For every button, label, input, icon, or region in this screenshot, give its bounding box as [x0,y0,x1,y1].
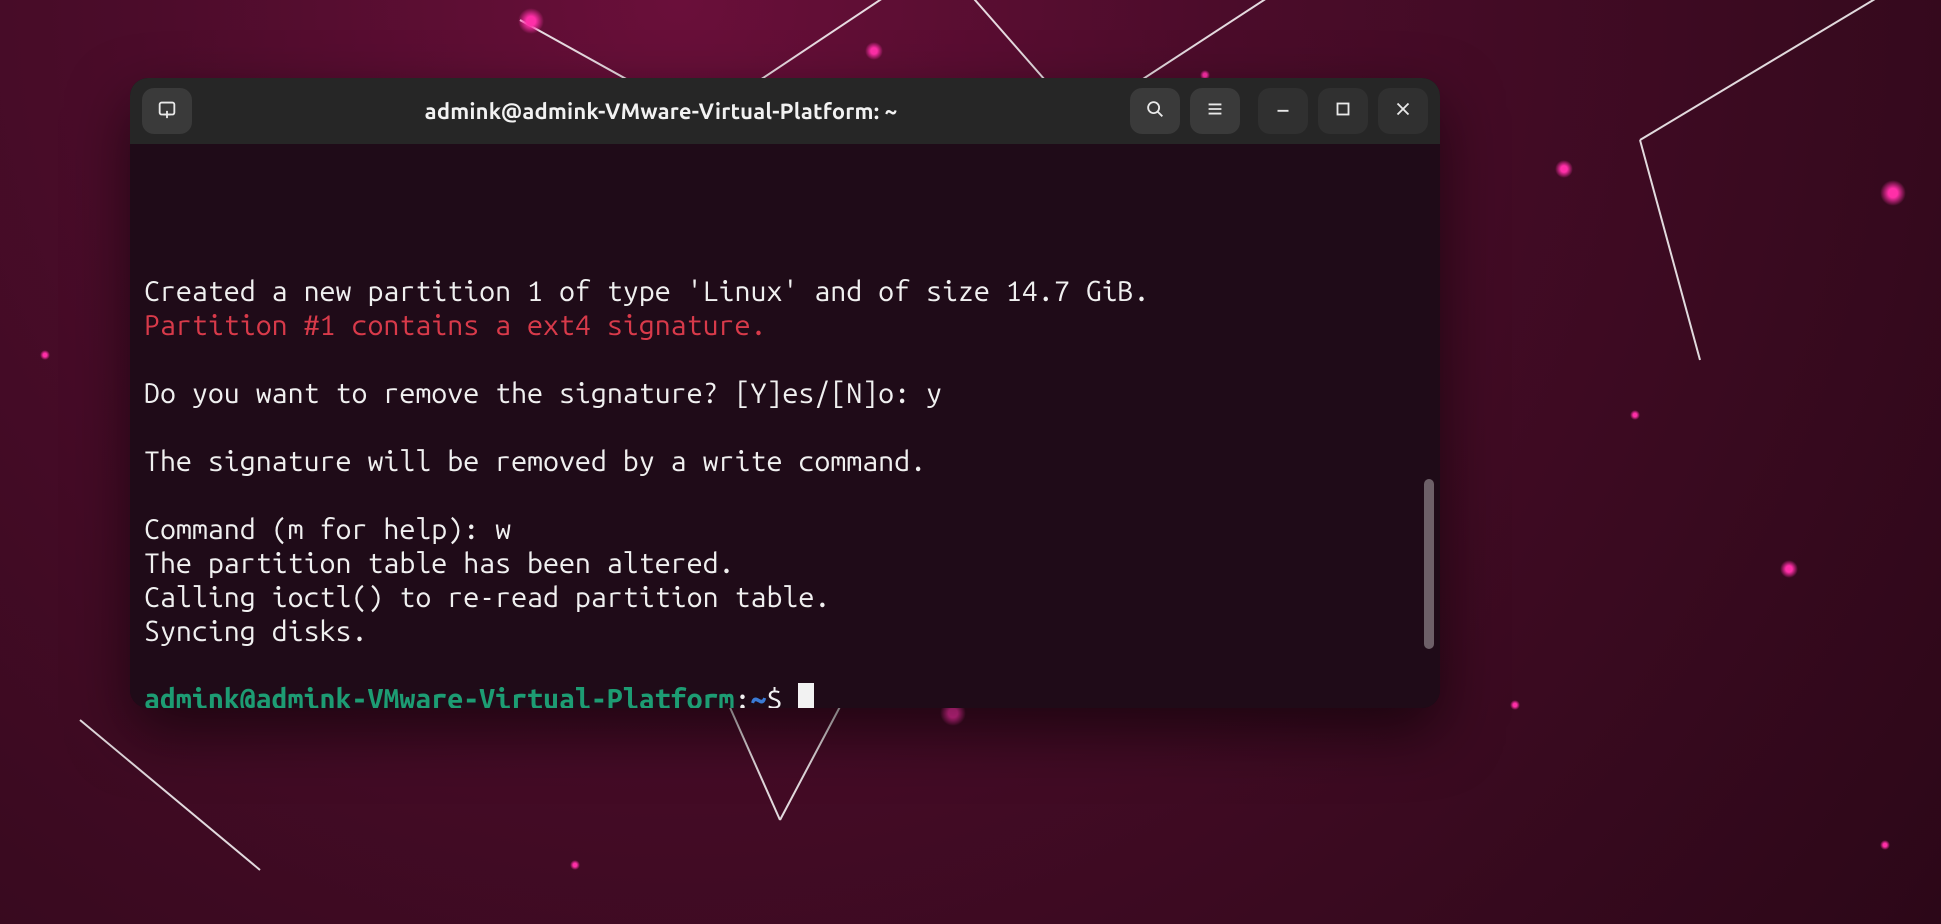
terminal-line [144,240,1430,274]
terminal-line: Do you want to remove the signature? [Y]… [144,376,1430,410]
terminal-text: $ [766,683,798,708]
terminal-line: Calling ioctl() to re-read partition tab… [144,580,1430,614]
terminal-line [144,478,1430,512]
scrollbar-thumb[interactable] [1424,479,1434,649]
window-title: admink@admink-VMware-Virtual-Platform: ~ [202,99,1120,124]
terminal-text: The signature will be removed by a write… [144,445,926,477]
terminal-output[interactable]: Created a new partition 1 of type 'Linux… [130,144,1440,708]
terminal-line: The partition table has been altered. [144,546,1430,580]
terminal-line: Syncing disks. [144,614,1430,648]
close-icon [1392,98,1414,124]
terminal-line: admink@admink-VMware-Virtual-Platform:~$ [144,682,1430,708]
terminal-line: Partition #1 contains a ext4 signature. [144,308,1430,342]
terminal-line [144,342,1430,376]
terminal-line: Command (m for help): w [144,512,1430,546]
terminal-cursor [798,683,814,708]
terminal-text: Do you want to remove the signature? [Y]… [144,377,942,409]
terminal-line [144,410,1430,444]
minimize-button[interactable] [1258,88,1308,134]
desktop-wallpaper: admink@admink-VMware-Virtual-Platform: ~ [0,0,1941,924]
close-button[interactable] [1378,88,1428,134]
window-titlebar: admink@admink-VMware-Virtual-Platform: ~ [130,78,1440,144]
terminal-window: admink@admink-VMware-Virtual-Platform: ~ [130,78,1440,708]
terminal-text: : [735,683,751,708]
terminal-text: Partition #1 contains a ext4 signature. [144,309,766,341]
terminal-text: Syncing disks. [144,615,367,647]
maximize-button[interactable] [1318,88,1368,134]
terminal-line [144,648,1430,682]
new-tab-button[interactable] [142,88,192,134]
minimize-icon [1272,98,1294,124]
terminal-text: Calling ioctl() to re-read partition tab… [144,581,830,613]
hamburger-icon [1204,98,1226,124]
terminal-line: The signature will be removed by a write… [144,444,1430,478]
hamburger-menu-button[interactable] [1190,88,1240,134]
terminal-text: ~ [751,683,767,708]
maximize-icon [1332,98,1354,124]
terminal-text: Created a new partition 1 of type 'Linux… [144,275,1149,307]
terminal-text: The partition table has been altered. [144,547,735,579]
terminal-line: Created a new partition 1 of type 'Linux… [144,274,1430,308]
new-tab-icon [156,98,178,124]
search-icon [1144,98,1166,124]
search-button[interactable] [1130,88,1180,134]
terminal-text: admink@admink-VMware-Virtual-Platform [144,683,735,708]
terminal-text: Command (m for help): w [144,513,511,545]
